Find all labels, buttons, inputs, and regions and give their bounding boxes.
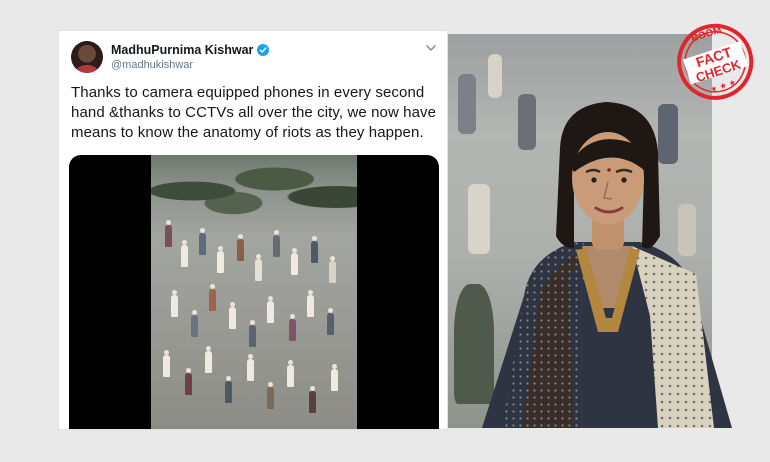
verified-badge-icon bbox=[257, 44, 270, 56]
author-handle[interactable]: @madhukishwar bbox=[111, 59, 193, 71]
video-frame bbox=[151, 155, 357, 429]
chevron-down-icon[interactable] bbox=[425, 43, 437, 53]
fact-check-stamp-icon: BOOM FACT CHECK ★ ★ ★ bbox=[677, 23, 754, 100]
tweet-video[interactable] bbox=[69, 155, 439, 429]
avatar[interactable] bbox=[71, 41, 103, 73]
author-row: MadhuPurnima Kishwar bbox=[111, 43, 270, 57]
tweet-card: MadhuPurnima Kishwar @madhukishwar Thank… bbox=[58, 30, 448, 430]
author-name[interactable]: MadhuPurnima Kishwar bbox=[111, 43, 253, 57]
tweet-text: Thanks to camera equipped phones in ever… bbox=[71, 84, 437, 141]
woman-portrait bbox=[482, 102, 732, 428]
